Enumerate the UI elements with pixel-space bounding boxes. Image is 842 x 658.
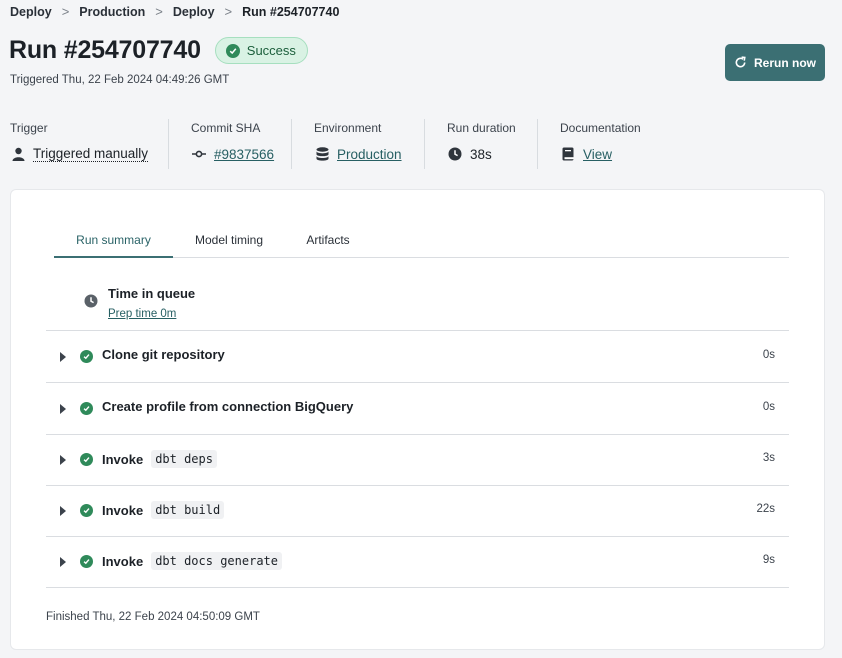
step-clone-git-repository[interactable]: Clone git repository 0s xyxy=(46,331,789,383)
tab-artifacts[interactable]: Artifacts xyxy=(285,220,371,258)
meta-duration-value: 38s xyxy=(470,146,492,162)
step-label: Invoke xyxy=(102,502,144,518)
caret-right-icon[interactable] xyxy=(60,404,66,414)
step-command: dbt deps xyxy=(151,450,217,468)
step-command: dbt build xyxy=(151,501,225,519)
commit-icon xyxy=(191,146,207,162)
check-circle-icon xyxy=(80,504,93,517)
step-duration: 3s xyxy=(762,452,775,464)
caret-right-icon[interactable] xyxy=(60,557,66,567)
clock-icon xyxy=(447,146,463,162)
step-create-profile[interactable]: Create profile from connection BigQuery … xyxy=(46,383,789,435)
status-badge: Success xyxy=(214,37,308,64)
step-command: dbt docs generate xyxy=(151,552,283,570)
breadcrumb-current-run: Run #254707740 xyxy=(242,4,340,19)
meta-trigger-label: Trigger xyxy=(10,121,48,135)
check-circle-icon xyxy=(80,453,93,466)
step-invoke-dbt-docs-generate[interactable]: Invoke dbt docs generate 9s xyxy=(46,536,789,588)
meta-documentation-label: Documentation xyxy=(560,121,641,135)
meta-environment-label: Environment xyxy=(314,121,382,135)
step-invoke-dbt-deps[interactable]: Invoke dbt deps 3s xyxy=(46,434,789,486)
meta-environment: Environment Production xyxy=(291,119,424,169)
tab-model-timing[interactable]: Model timing xyxy=(173,220,285,258)
caret-right-icon[interactable] xyxy=(60,506,66,516)
step-label: Clone git repository xyxy=(102,347,225,362)
check-circle-icon xyxy=(80,350,93,363)
database-icon xyxy=(314,146,330,162)
queue-title: Time in queue xyxy=(108,286,196,301)
environment-link[interactable]: Production xyxy=(337,147,402,162)
run-metadata: Trigger Triggered manually Commit SHA #9… xyxy=(0,119,667,169)
clock-icon xyxy=(84,294,98,313)
meta-duration: Run duration 38s xyxy=(424,119,537,169)
chevron-right-icon: > xyxy=(155,4,163,19)
check-circle-icon xyxy=(80,555,93,568)
documentation-view-link[interactable]: View xyxy=(583,147,612,162)
run-details-card: Run summary Model timing Artifacts Time … xyxy=(10,189,825,650)
breadcrumb: Deploy > Production > Deploy > Run #2547… xyxy=(10,4,339,19)
meta-trigger-value: Triggered manually xyxy=(33,146,149,162)
status-text: Success xyxy=(246,43,296,58)
rerun-now-label: Rerun now xyxy=(754,55,816,70)
meta-commit: Commit SHA #9837566 xyxy=(168,119,291,169)
title-row: Run #254707740 Success xyxy=(9,36,308,65)
step-invoke-dbt-build[interactable]: Invoke dbt build 22s xyxy=(46,485,789,537)
step-duration: 9s xyxy=(762,554,775,566)
meta-commit-label: Commit SHA xyxy=(191,121,261,135)
step-duration: 0s xyxy=(762,349,775,361)
check-circle-icon xyxy=(225,43,240,58)
rerun-now-button[interactable]: Rerun now xyxy=(725,44,825,81)
prep-time-link[interactable]: Prep time 0m xyxy=(108,308,176,320)
triggered-timestamp: Triggered Thu, 22 Feb 2024 04:49:26 GMT xyxy=(10,74,230,86)
book-icon xyxy=(560,146,576,162)
chevron-right-icon: > xyxy=(61,4,70,19)
check-circle-icon xyxy=(80,402,93,415)
breadcrumb-deploy[interactable]: Deploy xyxy=(10,5,52,19)
meta-documentation: Documentation View xyxy=(537,119,667,169)
commit-sha-link[interactable]: #9837566 xyxy=(214,147,274,162)
step-duration: 0s xyxy=(762,401,775,413)
page-title: Run #254707740 xyxy=(9,36,201,64)
finished-timestamp: Finished Thu, 22 Feb 2024 04:50:09 GMT xyxy=(46,611,260,623)
step-duration: 22s xyxy=(756,503,775,515)
tab-run-summary[interactable]: Run summary xyxy=(54,220,173,258)
breadcrumb-deploy-job[interactable]: Deploy xyxy=(173,5,215,19)
step-label: Invoke xyxy=(102,553,144,569)
person-icon xyxy=(10,146,26,162)
breadcrumb-production[interactable]: Production xyxy=(79,5,145,19)
step-label: Invoke xyxy=(102,451,144,467)
time-in-queue: Time in queue Prep time 0m xyxy=(46,274,789,331)
meta-duration-label: Run duration xyxy=(447,121,516,135)
meta-trigger: Trigger Triggered manually xyxy=(0,119,168,169)
refresh-icon xyxy=(735,56,746,68)
caret-right-icon[interactable] xyxy=(60,352,66,362)
tab-bar: Run summary Model timing Artifacts xyxy=(54,220,789,258)
chevron-right-icon: > xyxy=(224,4,233,19)
caret-right-icon[interactable] xyxy=(60,455,66,465)
step-label: Create profile from connection BigQuery xyxy=(102,399,354,414)
